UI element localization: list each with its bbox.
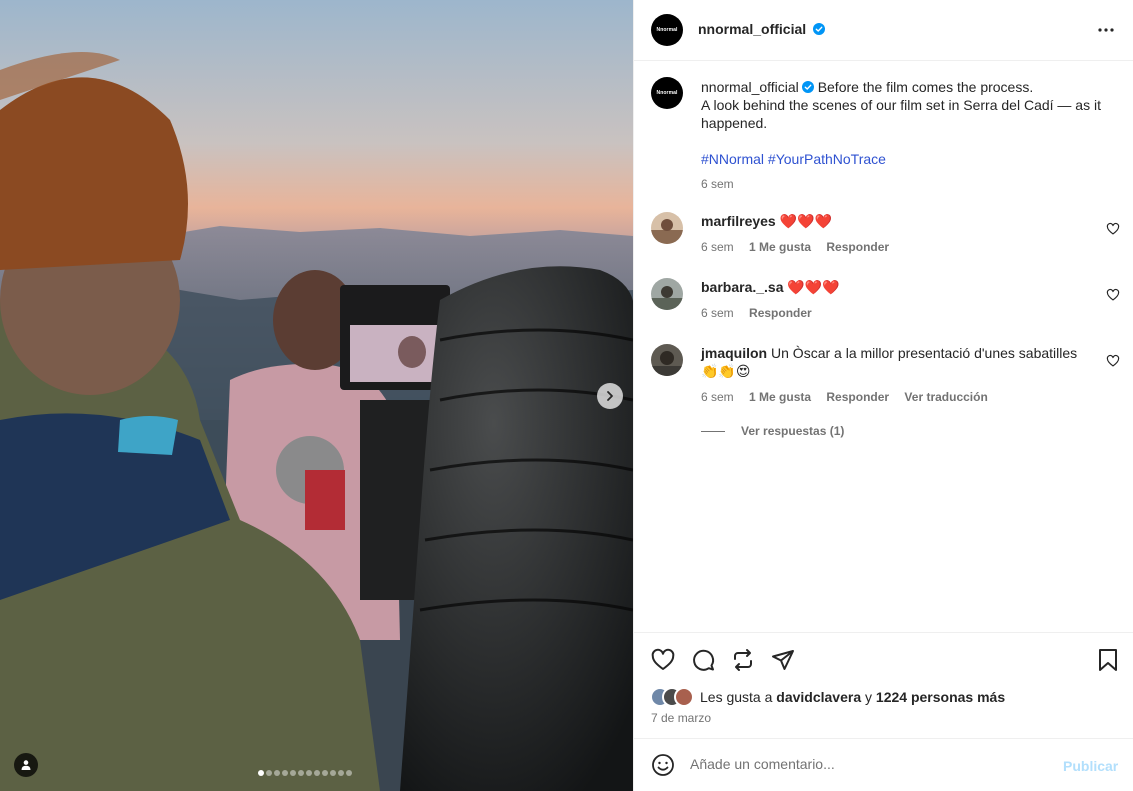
likes-text: Les gusta a davidclavera y 1224 personas… [700,689,1005,705]
comment-icon[interactable] [690,647,716,673]
comment-username[interactable]: marfilreyes [701,213,776,229]
carousel-dot [298,770,304,776]
like-icon[interactable] [650,647,676,673]
comments-section: Nnormal nnormal_official Before the film… [634,61,1133,632]
caption-line2: A look behind the scenes of our film set… [701,97,1101,131]
reply-button[interactable]: Responder [749,306,812,320]
publish-button[interactable]: Publicar [1063,758,1118,774]
logo-text: Nnormal [656,90,678,96]
reply-button[interactable]: Responder [826,240,889,254]
caption-username[interactable]: nnormal_official [701,79,799,95]
comment-text: jmaquilon Un Òscar a la millor presentac… [701,344,1096,380]
post-media [0,0,633,791]
share-icon[interactable] [770,647,796,673]
likes-others[interactable]: 1224 personas más [876,689,1005,705]
comment-body: ❤️❤️❤️ [787,279,840,295]
comment-body: ❤️❤️❤️ [779,213,832,229]
comment-avatar[interactable] [651,212,683,244]
post-photo [0,0,633,791]
caption-time[interactable]: 6 sem [701,177,734,191]
account-avatar[interactable]: Nnormal [651,14,683,46]
carousel-indicator [258,770,352,776]
heart-icon[interactable] [1106,288,1120,302]
user-icon [21,760,31,770]
emoji-icon[interactable] [651,753,675,777]
carousel-dot [306,770,312,776]
comment-avatar[interactable] [651,344,683,376]
carousel-dot [330,770,336,776]
caption-avatar[interactable]: Nnormal [651,77,683,109]
comment-meta: 6 sem 1 Me gusta Responder Ver traducció… [701,390,1000,404]
liker-avatar[interactable] [674,687,694,707]
repost-icon[interactable] [730,647,756,673]
heart-icon[interactable] [1106,222,1120,236]
likes-summary: Les gusta a davidclavera y 1224 personas… [650,687,1005,707]
comment-time[interactable]: 6 sem [701,240,734,254]
carousel-dot [282,770,288,776]
post-panel: Nnormal nnormal_official Nnormal nnormal… [633,0,1133,791]
hashtag-link[interactable]: #YourPathNoTrace [768,151,886,167]
carousel-dot [290,770,296,776]
comment-meta: 6 sem Responder [701,306,824,320]
reply-button[interactable]: Responder [826,390,889,404]
comment-likes[interactable]: 1 Me gusta [749,240,811,254]
carousel-dot [346,770,352,776]
caption-body: nnormal_official Before the film comes t… [701,78,1111,193]
carousel-dot [314,770,320,776]
view-replies-button[interactable]: Ver respuestas (1) [701,424,844,438]
caption-hashtags: #NNormal #YourPathNoTrace [701,151,886,167]
heart-icon[interactable] [1106,354,1120,368]
caption-line1: Before the film comes the process. [817,79,1034,95]
carousel-next-button[interactable] [597,383,623,409]
carousel-dot [274,770,280,776]
comment-avatar[interactable] [651,278,683,310]
comment-time[interactable]: 6 sem [701,390,734,404]
verified-icon [801,81,814,93]
hashtag-link[interactable]: #NNormal [701,151,764,167]
post-date[interactable]: 7 de marzo [651,711,711,725]
chevron-right-icon [607,391,613,401]
username-text[interactable]: nnormal_official [698,21,806,37]
comment-username[interactable]: jmaquilon [701,345,767,361]
comment-text: barbara._.sa ❤️❤️❤️ [701,278,1096,296]
carousel-dot [338,770,344,776]
comment-likes[interactable]: 1 Me gusta [749,390,811,404]
likes-conj: y [865,689,873,705]
header-username[interactable]: nnormal_official [698,21,826,37]
comment-text: marfilreyes ❤️❤️❤️ [701,212,1096,230]
carousel-dot [266,770,272,776]
carousel-dot [322,770,328,776]
comment-input[interactable] [690,756,1050,772]
translate-button[interactable]: Ver traducción [904,390,987,404]
comment-meta: 6 sem 1 Me gusta Responder [701,240,901,254]
post-header: Nnormal nnormal_official [634,0,1133,61]
add-comment-bar: Publicar [634,738,1133,791]
bookmark-icon[interactable] [1095,647,1121,673]
view-replies-label: Ver respuestas (1) [741,424,845,438]
replies-divider [701,430,725,432]
more-options-icon[interactable] [1096,20,1116,40]
post-actions: Les gusta a davidclavera y 1224 personas… [634,632,1133,738]
tagged-users-button[interactable] [14,753,38,777]
likes-prefix: Les gusta a [700,689,773,705]
logo-text: Nnormal [656,27,678,33]
verified-icon [813,23,826,35]
comment-username[interactable]: barbara._.sa [701,279,784,295]
carousel-dot [258,770,264,776]
comment-time[interactable]: 6 sem [701,306,734,320]
liker-username[interactable]: davidclavera [776,689,861,705]
